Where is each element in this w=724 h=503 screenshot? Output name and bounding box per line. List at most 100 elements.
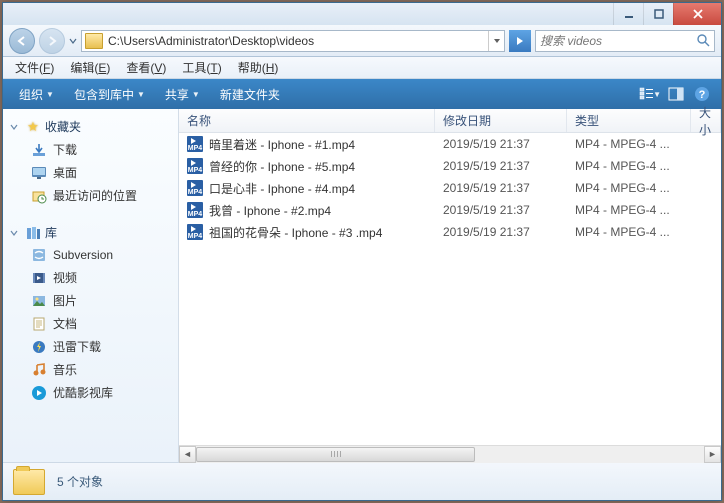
file-row[interactable]: MP4 祖国的花骨朵 - Iphone - #3 .mp4 2019/5/19 21… [179,221,721,243]
libraries-icon [25,225,41,241]
file-row[interactable]: MP4 曾经的你 - Iphone - #5.mp4 2019/5/19 21:37… [179,155,721,177]
file-date: 2019/5/19 21:37 [435,181,567,195]
libraries-header[interactable]: 库 [3,221,178,244]
music-icon [31,362,47,378]
libraries-label: 库 [45,224,57,241]
column-headers: 名称 修改日期 类型 大小 [179,109,721,133]
share-menu[interactable]: 共享 ▼ [157,83,208,106]
recent-icon [31,188,47,204]
navigation-pane: ★ 收藏夹 下载桌面最近访问的位置 库 Subversion 视频图片文档迅雷下载… [3,109,179,462]
sidebar-item-recent[interactable]: 最近访问的位置 [3,184,178,207]
mp4-icon: MP4 [187,202,203,218]
file-name: 祖国的花骨朵 - Iphone - #3 .mp4 [209,224,382,241]
scroll-left-button[interactable]: ◄ [179,446,196,463]
column-date[interactable]: 修改日期 [435,109,567,132]
new-folder-button[interactable]: 新建文件夹 [212,83,288,106]
sidebar-item-label: 图片 [53,292,77,309]
organize-menu[interactable]: 组织 ▼ [11,83,62,106]
history-dropdown-icon[interactable] [69,36,77,46]
file-type: MP4 - MPEG-4 ... [567,203,691,217]
content-area: ★ 收藏夹 下载桌面最近访问的位置 库 Subversion 视频图片文档迅雷下载… [3,109,721,462]
maximize-button[interactable] [643,3,673,25]
mp4-icon: MP4 [187,158,203,174]
titlebar [3,3,721,25]
file-name: 曾经的你 - Iphone - #5.mp4 [209,158,355,175]
sidebar-item-label: 下载 [53,141,77,158]
toolbar: 组织 ▼ 包含到库中 ▼ 共享 ▼ 新建文件夹 ▼ ? [3,79,721,109]
help-button[interactable]: ? [691,83,713,105]
sidebar-item-video[interactable]: 视频 [3,266,178,289]
chevron-down-icon: ▼ [192,90,200,99]
sidebar-item-documents[interactable]: 文档 [3,312,178,335]
close-button[interactable] [673,3,721,25]
column-type[interactable]: 类型 [567,109,691,132]
column-name[interactable]: 名称 [179,109,435,132]
sidebar-item-xunlei[interactable]: 迅雷下载 [3,335,178,358]
mp4-icon: MP4 [187,224,203,240]
chevron-down-icon: ▼ [653,90,661,99]
file-date: 2019/5/19 21:37 [435,159,567,173]
chevron-down-icon [9,228,19,238]
search-input[interactable] [540,34,693,48]
download-icon [31,142,47,158]
explorer-window: C:\Users\Administrator\Desktop\videos 文件… [2,2,722,501]
file-date: 2019/5/19 21:37 [435,225,567,239]
include-in-library-menu[interactable]: 包含到库中 ▼ [66,83,153,106]
file-name: 暗里着迷 - Iphone - #1.mp4 [209,136,355,153]
status-bar: 5 个对象 [3,462,721,500]
forward-button[interactable] [39,28,65,54]
sidebar-item-label: 迅雷下载 [53,338,101,355]
pictures-icon [31,293,47,309]
file-date: 2019/5/19 21:37 [435,137,567,151]
favorites-header[interactable]: ★ 收藏夹 [3,115,178,138]
file-row[interactable]: MP4口是心非 - Iphone - #4.mp42019/5/19 21:37… [179,177,721,199]
chevron-down-icon [9,122,19,132]
file-type: MP4 - MPEG-4 ... [567,225,691,239]
file-row[interactable]: MP4 暗里着迷 - Iphone - #1.mp4 2019/5/19 21:37… [179,133,721,155]
column-size[interactable]: 大小 [691,109,721,132]
chevron-down-icon: ▼ [137,90,145,99]
sidebar-item-youku[interactable]: 优酷影视库 [3,381,178,404]
sidebar-item-pictures[interactable]: 图片 [3,289,178,312]
view-options-button[interactable]: ▼ [639,83,661,105]
file-type: MP4 - MPEG-4 ... [567,137,691,151]
subversion-icon [31,247,47,263]
desktop-icon [31,165,47,181]
address-bar[interactable]: C:\Users\Administrator\Desktop\videos [81,30,505,52]
scroll-track[interactable] [196,446,704,463]
item-count: 5 个对象 [57,473,103,490]
file-list-pane: 名称 修改日期 类型 大小 MP4 暗里着迷 - Iphone - #1.mp4 2… [179,109,721,462]
horizontal-scrollbar[interactable]: ◄ ► [179,445,721,462]
file-date: 2019/5/19 21:37 [435,203,567,217]
sidebar-item-subversion[interactable]: Subversion [3,244,178,266]
sidebar-item-desktop[interactable]: 桌面 [3,161,178,184]
xunlei-icon [31,339,47,355]
menu-f[interactable]: 文件(F) [7,57,62,78]
minimize-button[interactable] [613,3,643,25]
youku-icon [31,385,47,401]
refresh-button[interactable] [509,30,531,52]
file-type: MP4 - MPEG-4 ... [567,181,691,195]
back-button[interactable] [9,28,35,54]
menu-h[interactable]: 帮助(H) [230,57,287,78]
scroll-right-button[interactable]: ► [704,446,721,463]
scroll-thumb[interactable] [196,447,475,462]
preview-pane-button[interactable] [665,83,687,105]
search-box[interactable] [535,30,715,52]
menu-e[interactable]: 编辑(E) [62,57,118,78]
sidebar-item-label: 视频 [53,269,77,286]
address-dropdown[interactable] [488,31,504,51]
sidebar-item-music[interactable]: 音乐 [3,358,178,381]
address-path: C:\Users\Administrator\Desktop\videos [106,34,488,48]
sidebar-item-download[interactable]: 下载 [3,138,178,161]
mp4-icon: MP4 [187,180,203,196]
sidebar-item-label: 最近访问的位置 [53,187,137,204]
menu-t[interactable]: 工具(T) [174,57,229,78]
menu-v[interactable]: 查看(V) [118,57,174,78]
search-icon [697,34,710,47]
file-name: 我曾 - Iphone - #2.mp4 [209,202,331,219]
documents-icon [31,316,47,332]
mp4-icon: MP4 [187,136,203,152]
file-row[interactable]: MP4 我曾 - Iphone - #2.mp4 2019/5/19 21:37MP… [179,199,721,221]
chevron-down-icon: ▼ [46,90,54,99]
